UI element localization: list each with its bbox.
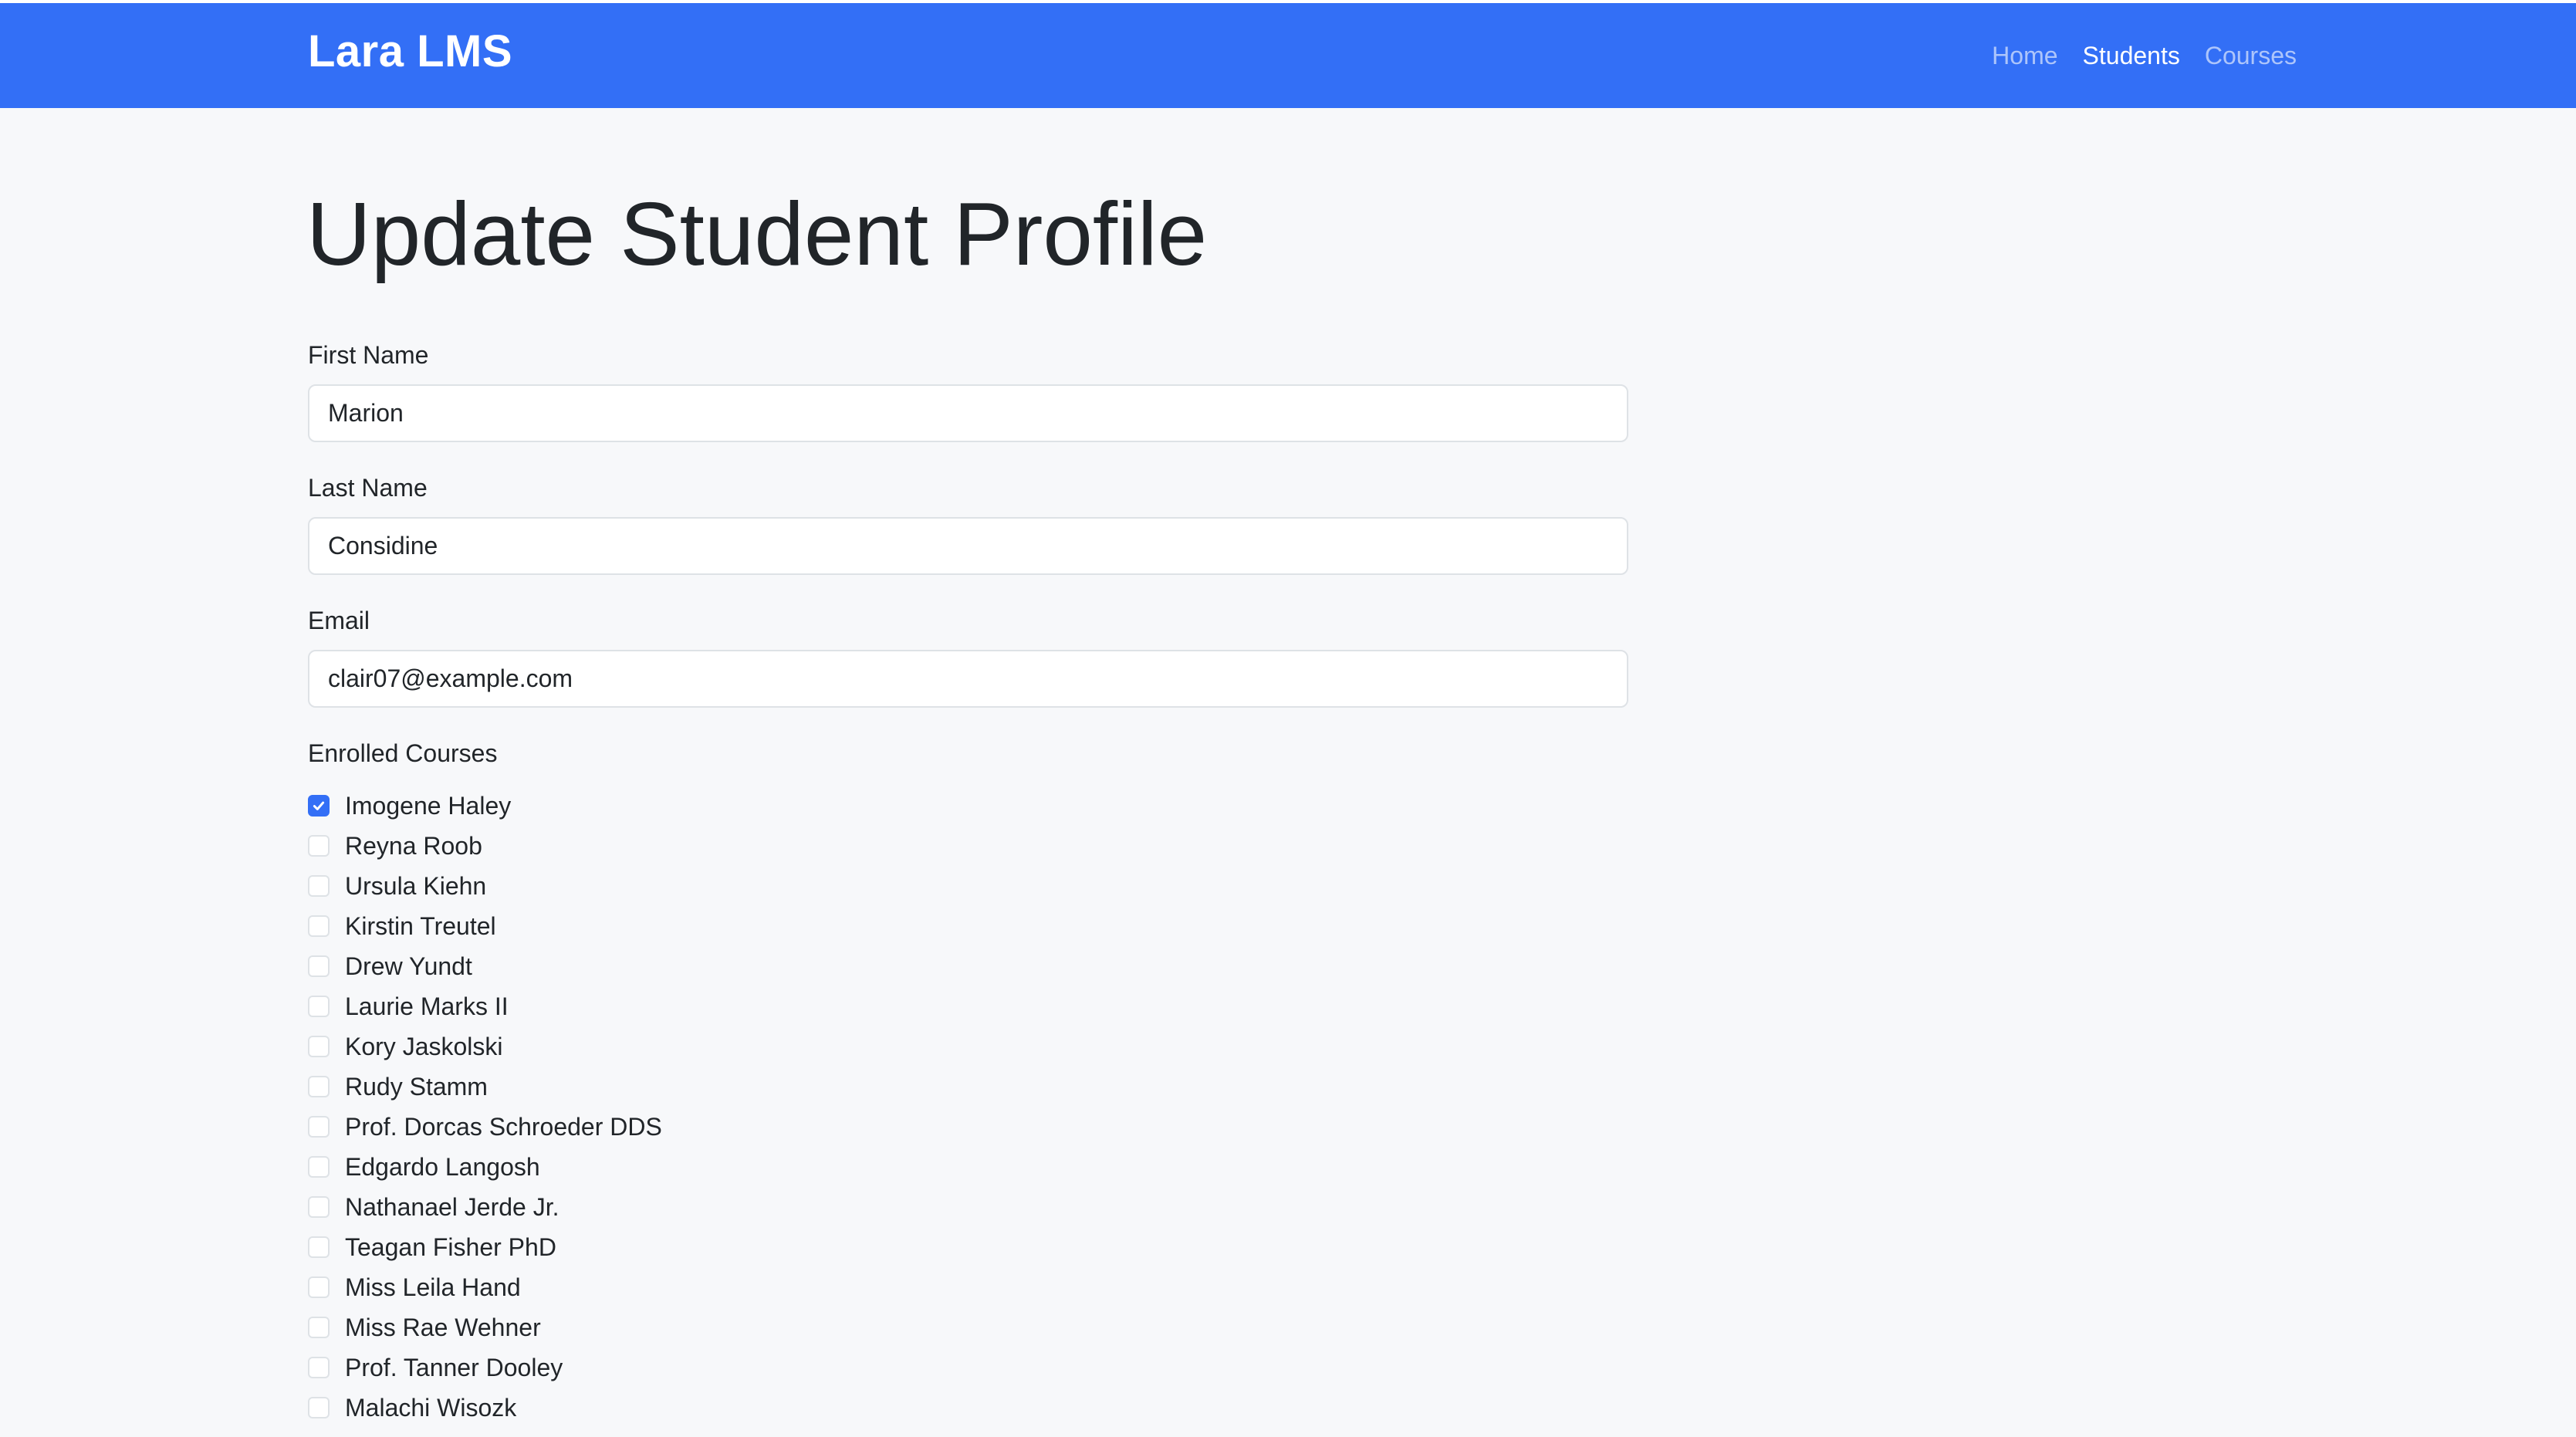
course-label[interactable]: Drew Yundt [345,954,472,979]
course-label[interactable]: Reyna Roob [345,833,482,858]
course-item: Imogene Haley [308,786,662,826]
brand-logo[interactable]: Lara LMS [308,29,512,74]
course-label[interactable]: Malachi Wisozk [345,1395,516,1420]
course-label[interactable]: Laurie Marks II [345,994,509,1019]
course-item: Edgardo Langosh [308,1147,662,1187]
course-label[interactable]: Kory Jaskolski [345,1034,503,1059]
first-name-label: First Name [308,341,429,369]
course-checkbox[interactable] [308,1236,330,1258]
nav-link-students[interactable]: Students [2083,43,2180,68]
course-checkbox[interactable] [308,1276,330,1298]
course-item: Malachi Wisozk [308,1388,662,1428]
course-label[interactable]: Nathanael Jerde Jr. [345,1195,559,1219]
course-item: Miss Rae Wehner [308,1307,662,1347]
course-item: Laurie Marks II [308,986,662,1026]
course-item: Miss Leila Hand [308,1267,662,1307]
email-input[interactable] [308,650,1628,708]
course-item: Kirstin Treutel [308,906,662,946]
course-item: Prof. Dorcas Schroeder DDS [308,1107,662,1147]
course-label[interactable]: Miss Rae Wehner [345,1315,541,1340]
course-checkbox-list: Imogene Haley Reyna Roob Ursula Kiehn Ki… [308,786,662,1428]
course-item: Rudy Stamm [308,1067,662,1107]
course-checkbox[interactable] [308,1397,330,1418]
course-label[interactable]: Teagan Fisher PhD [345,1235,556,1259]
course-checkbox[interactable] [308,996,330,1017]
last-name-label: Last Name [308,474,428,502]
course-label[interactable]: Miss Leila Hand [345,1275,521,1300]
email-label: Email [308,607,370,634]
course-item: Nathanael Jerde Jr. [308,1187,662,1227]
course-checkbox[interactable] [308,915,330,937]
navbar: Lara LMS Home Students Courses [0,3,2576,108]
nav-link-courses[interactable]: Courses [2205,43,2297,68]
course-checkbox[interactable] [308,1357,330,1378]
course-checkbox[interactable] [308,1076,330,1097]
course-label[interactable]: Prof. Dorcas Schroeder DDS [345,1114,662,1139]
course-checkbox[interactable] [308,1317,330,1338]
course-checkbox[interactable] [308,835,330,857]
course-label[interactable]: Kirstin Treutel [345,914,496,938]
checkmark-icon [313,801,325,810]
last-name-input[interactable] [308,517,1628,575]
course-label[interactable]: Prof. Tanner Dooley [345,1355,563,1380]
course-label[interactable]: Ursula Kiehn [345,874,486,898]
course-item: Reyna Roob [308,826,662,866]
nav-links: Home Students Courses [1992,43,2297,68]
enrolled-courses-label: Enrolled Courses [308,739,498,767]
course-checkbox[interactable] [308,955,330,977]
course-item: Ursula Kiehn [308,866,662,906]
course-item: Kory Jaskolski [308,1026,662,1067]
course-label[interactable]: Edgardo Langosh [345,1155,540,1179]
course-item: Teagan Fisher PhD [308,1227,662,1267]
course-checkbox[interactable] [308,1196,330,1218]
page-title: Update Student Profile [306,184,1208,284]
course-checkbox[interactable] [308,1116,330,1138]
course-label[interactable]: Rudy Stamm [345,1074,488,1099]
course-checkbox[interactable] [308,1156,330,1178]
course-checkbox[interactable] [308,875,330,897]
course-label[interactable]: Imogene Haley [345,793,511,818]
course-checkbox[interactable] [308,795,330,817]
course-checkbox[interactable] [308,1036,330,1057]
course-item: Prof. Tanner Dooley [308,1347,662,1388]
course-item: Drew Yundt [308,946,662,986]
first-name-input[interactable] [308,384,1628,442]
nav-link-home[interactable]: Home [1992,43,2057,68]
